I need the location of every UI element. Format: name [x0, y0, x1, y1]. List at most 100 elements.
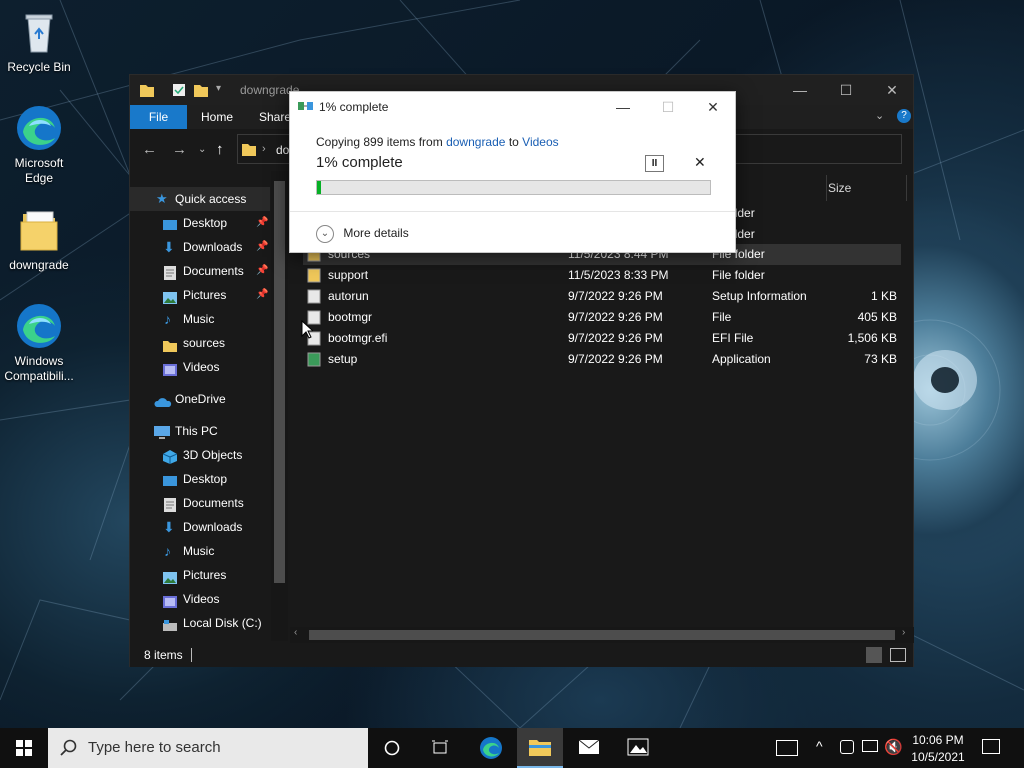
- minimize-button[interactable]: —: [600, 92, 646, 122]
- nav-pc-documents[interactable]: Documents: [130, 491, 270, 515]
- nav-onedrive[interactable]: OneDrive: [130, 387, 270, 411]
- file-size: 1 KB: [870, 289, 897, 303]
- meet-now-icon[interactable]: [840, 740, 854, 754]
- up-arrow-icon[interactable]: ↑: [216, 141, 224, 158]
- desktop-icon-downgrade[interactable]: downgrade: [1, 206, 77, 273]
- forward-arrow-icon[interactable]: →: [172, 141, 187, 158]
- nav-qa-downloads[interactable]: ⬇ Downloads 📌: [130, 235, 270, 259]
- taskbar-edge[interactable]: [468, 728, 514, 768]
- maximize-button[interactable]: ☐: [823, 75, 869, 105]
- nav-label: Desktop: [183, 472, 228, 486]
- nav-label: Music: [183, 544, 215, 558]
- ribbon-expand-chevron-icon[interactable]: ⌄: [875, 109, 884, 122]
- show-hidden-icons-chevron-icon[interactable]: ^: [816, 738, 823, 754]
- volume-muted-icon[interactable]: 🔇: [884, 738, 903, 756]
- notifications-icon[interactable]: [982, 739, 1000, 754]
- pause-button[interactable]: II: [645, 155, 664, 172]
- table-row[interactable]: setup 9/7/2022 9:26 PM Application 73 KB: [303, 349, 901, 370]
- nav-label: Pictures: [183, 568, 227, 582]
- news-widget-icon[interactable]: [776, 740, 798, 756]
- column-divider: [826, 175, 827, 201]
- file-size: 405 KB: [857, 310, 897, 324]
- desktop-icon-label: Windows Compatibili...: [4, 354, 74, 383]
- nav-qa-documents[interactable]: Documents 📌: [130, 259, 270, 283]
- copy-prefix-text: Copying 899 items from: [316, 135, 443, 149]
- network-icon[interactable]: [862, 740, 878, 752]
- nav-pc-pictures[interactable]: Pictures: [130, 563, 270, 587]
- nav-quick-access[interactable]: ★ Quick access: [130, 187, 270, 211]
- taskbar-photos[interactable]: [615, 728, 661, 768]
- nav-qa-pictures[interactable]: Pictures 📌: [130, 283, 270, 307]
- file-type: EFI File: [712, 331, 754, 345]
- scrollbar-thumb[interactable]: [274, 181, 285, 583]
- minimize-button[interactable]: —: [777, 75, 823, 105]
- progress-fill: [317, 181, 321, 194]
- scroll-left-arrow-icon[interactable]: ‹: [294, 627, 297, 638]
- large-icons-view-icon[interactable]: [890, 648, 906, 662]
- nav-pc-downloads[interactable]: ⬇ Downloads: [130, 515, 270, 539]
- nav-qa-desktop[interactable]: Desktop 📌: [130, 211, 270, 235]
- nav-qa-videos[interactable]: Videos: [130, 355, 270, 379]
- close-button[interactable]: ✕: [869, 75, 915, 105]
- desktop-icon-recycle-bin[interactable]: Recycle Bin: [1, 8, 77, 75]
- tab-file[interactable]: File: [130, 105, 187, 129]
- task-view-button[interactable]: [418, 728, 462, 768]
- nav-this-pc[interactable]: This PC: [130, 419, 270, 443]
- recent-chevron-icon[interactable]: ⌄: [198, 144, 206, 155]
- table-row[interactable]: bootmgr 9/7/2022 9:26 PM File 405 KB: [303, 307, 901, 328]
- tab-home[interactable]: Home: [187, 105, 247, 129]
- desktop-icon-windows-compatibility[interactable]: Windows Compatibili...: [1, 302, 77, 384]
- scrollbar-thumb[interactable]: [309, 630, 895, 640]
- help-icon[interactable]: ?: [897, 109, 911, 123]
- scroll-right-arrow-icon[interactable]: ›: [902, 627, 905, 638]
- start-button[interactable]: [0, 728, 48, 768]
- details-view-icon[interactable]: [866, 647, 882, 663]
- videos-icon: [163, 592, 179, 608]
- address-text: do: [276, 143, 290, 157]
- item-count: 8 items: [144, 648, 183, 662]
- nav-label: Music: [183, 312, 215, 326]
- mouse-cursor-icon: [301, 320, 313, 339]
- destination-link[interactable]: Videos: [522, 135, 558, 149]
- horizontal-scrollbar[interactable]: ‹ ›: [290, 627, 914, 643]
- cloud-icon: [154, 392, 172, 407]
- progress-percent-text: 1% complete: [316, 154, 403, 171]
- nav-label: sources: [183, 336, 226, 350]
- desktop-icon-microsoft-edge[interactable]: Microsoft Edge: [1, 104, 77, 186]
- pin-icon: 📌: [256, 241, 269, 252]
- nav-pc-desktop[interactable]: Desktop: [130, 467, 270, 491]
- nav-pc-local-disk[interactable]: Local Disk (C:): [130, 611, 270, 635]
- desktop-icon-label: Microsoft Edge: [14, 156, 64, 185]
- taskbar-search-box[interactable]: Type here to search: [48, 728, 368, 768]
- back-arrow-icon[interactable]: ←: [142, 141, 157, 158]
- table-row[interactable]: autorun 9/7/2022 9:26 PM Setup Information…: [303, 286, 901, 307]
- nav-pane-scrollbar[interactable]: [271, 171, 288, 641]
- cortana-button[interactable]: [370, 728, 414, 768]
- taskbar-file-explorer[interactable]: [517, 728, 563, 768]
- nav-pc-videos[interactable]: Videos: [130, 587, 270, 611]
- properties-icon[interactable]: [172, 83, 186, 100]
- desktop-icon: [163, 472, 179, 486]
- nav-qa-sources[interactable]: sources: [130, 331, 270, 355]
- customize-qa-chevron-icon[interactable]: ▾: [216, 83, 221, 94]
- new-folder-icon[interactable]: [194, 83, 208, 100]
- pictures-icon: [163, 288, 179, 304]
- nav-pc-3d-objects[interactable]: 3D Objects: [130, 443, 270, 467]
- nav-label: OneDrive: [175, 392, 226, 406]
- document-icon: [164, 264, 180, 280]
- search-placeholder: Type here to search: [88, 739, 221, 756]
- file-type: File: [712, 310, 732, 324]
- taskbar-mail[interactable]: [566, 728, 612, 768]
- folder-icon: [307, 268, 321, 283]
- nav-pc-music[interactable]: ♪ Music: [130, 539, 270, 563]
- nav-label: Pictures: [183, 288, 227, 302]
- table-row[interactable]: bootmgr.efi 9/7/2022 9:26 PM EFI File 1,506…: [303, 328, 901, 349]
- table-row[interactable]: support 11/5/2023 8:33 PM File folder: [303, 265, 901, 286]
- close-button[interactable]: ✕: [690, 92, 736, 122]
- nav-qa-music[interactable]: ♪ Music: [130, 307, 270, 331]
- more-details-button[interactable]: ⌄ More details: [316, 224, 409, 243]
- star-icon: ★: [156, 191, 168, 206]
- column-header-size[interactable]: Size: [828, 175, 851, 201]
- cancel-copy-button[interactable]: ✕: [694, 154, 706, 171]
- source-link[interactable]: downgrade: [446, 135, 505, 149]
